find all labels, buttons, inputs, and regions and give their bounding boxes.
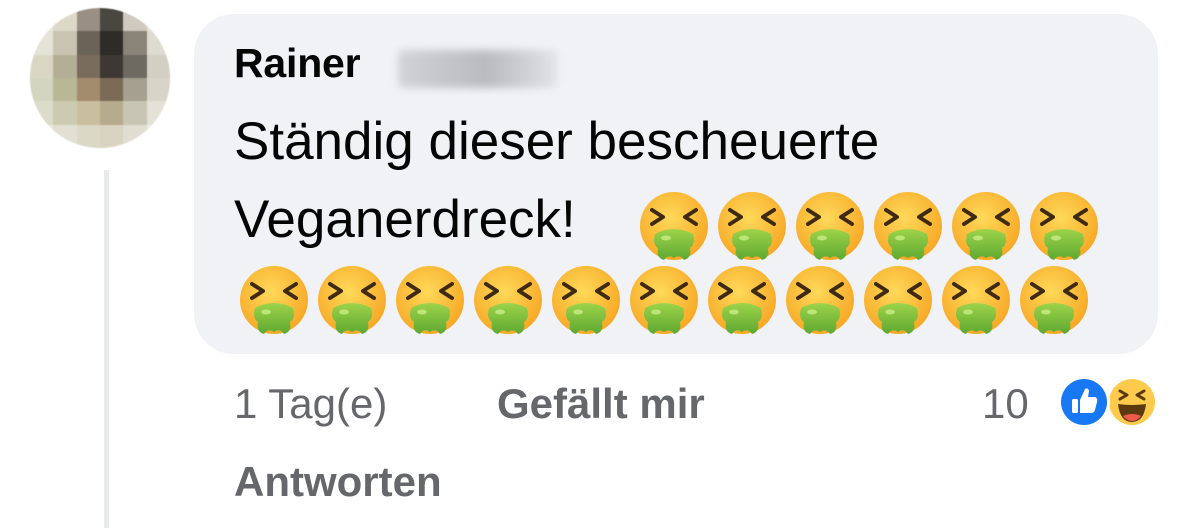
face-vomiting-emoji	[638, 190, 710, 262]
comment-timestamp[interactable]: 1 Tag(e)	[234, 380, 387, 428]
face-vomiting-emoji	[950, 190, 1022, 262]
reply-button[interactable]: Antworten	[234, 458, 442, 506]
haha-icon	[1106, 376, 1158, 428]
face-vomiting-emoji	[706, 264, 778, 336]
emoji-group-line-2	[636, 188, 1102, 264]
face-vomiting-emoji	[394, 264, 466, 336]
comment-text-line-2: Veganerdreck!	[234, 190, 576, 249]
like-icon	[1058, 376, 1110, 428]
thread-line	[104, 170, 109, 528]
comment-text-line-1: Ständig dieser bescheuerte	[234, 112, 880, 171]
reaction-count[interactable]: 10	[982, 380, 1029, 428]
face-vomiting-emoji	[628, 264, 700, 336]
avatar[interactable]	[30, 8, 170, 148]
face-vomiting-emoji	[862, 264, 934, 336]
face-vomiting-emoji	[1028, 190, 1100, 262]
face-vomiting-emoji	[794, 190, 866, 262]
face-vomiting-emoji	[716, 190, 788, 262]
face-vomiting-emoji	[940, 264, 1012, 336]
reaction-icons[interactable]	[1052, 374, 1162, 434]
face-vomiting-emoji	[1018, 264, 1090, 336]
face-vomiting-emoji	[472, 264, 544, 336]
redacted-surname	[398, 50, 558, 88]
face-vomiting-emoji	[316, 264, 388, 336]
face-vomiting-emoji	[238, 264, 310, 336]
comment-author[interactable]: Rainer	[234, 40, 361, 87]
emoji-group-line-3	[236, 262, 1092, 338]
face-vomiting-emoji	[550, 264, 622, 336]
face-vomiting-emoji	[784, 264, 856, 336]
like-button[interactable]: Gefällt mir	[497, 380, 705, 428]
face-vomiting-emoji	[872, 190, 944, 262]
